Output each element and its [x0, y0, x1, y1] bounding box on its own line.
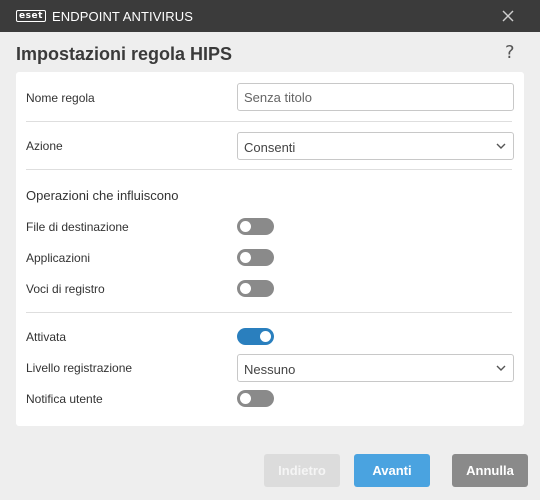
rule-name-label: Nome regola — [26, 91, 95, 105]
chevron-down-icon — [496, 365, 506, 371]
logo-text: eset — [19, 10, 43, 21]
toggle-knob — [240, 393, 251, 404]
log-level-select-value: Nessuno — [244, 362, 296, 377]
action-select[interactable]: Consenti — [237, 132, 514, 160]
target-files-label: File di destinazione — [26, 220, 129, 234]
action-label: Azione — [26, 139, 63, 153]
registry-entries-label: Voci di registro — [26, 282, 105, 296]
divider — [26, 312, 512, 313]
notify-user-label: Notifica utente — [26, 392, 103, 406]
log-level-select[interactable]: Nessuno — [237, 354, 514, 382]
toggle-knob — [240, 221, 251, 232]
toggle-knob — [240, 283, 251, 294]
operations-section-title: Operazioni che influiscono — [26, 188, 179, 203]
rule-name-input[interactable] — [237, 83, 514, 111]
toggle-knob — [240, 252, 251, 263]
applications-toggle[interactable] — [237, 249, 274, 266]
target-files-toggle[interactable] — [237, 218, 274, 235]
back-button[interactable]: Indietro — [264, 454, 340, 487]
help-icon[interactable]: ? — [505, 42, 515, 63]
notify-user-toggle[interactable] — [237, 390, 274, 407]
eset-logo: eset — [16, 10, 46, 22]
close-icon — [502, 10, 514, 22]
next-button[interactable]: Avanti — [354, 454, 430, 487]
page-title: Impostazioni regola HIPS — [16, 44, 233, 64]
log-level-label: Livello registrazione — [26, 361, 133, 375]
registry-entries-toggle[interactable] — [237, 280, 274, 297]
enabled-label: Attivata — [26, 330, 67, 344]
divider — [26, 121, 512, 122]
action-select-value: Consenti — [244, 140, 296, 155]
close-button[interactable] — [498, 6, 518, 26]
app-title: ENDPOINT ANTIVIRUS — [52, 9, 193, 24]
toggle-knob — [260, 331, 271, 342]
divider — [26, 169, 512, 170]
chevron-down-icon — [496, 143, 506, 149]
applications-label: Applicazioni — [26, 251, 91, 265]
title-bar: eset ENDPOINT ANTIVIRUS — [0, 0, 540, 32]
cancel-button[interactable]: Annulla — [452, 454, 528, 487]
enabled-toggle[interactable] — [237, 328, 274, 345]
